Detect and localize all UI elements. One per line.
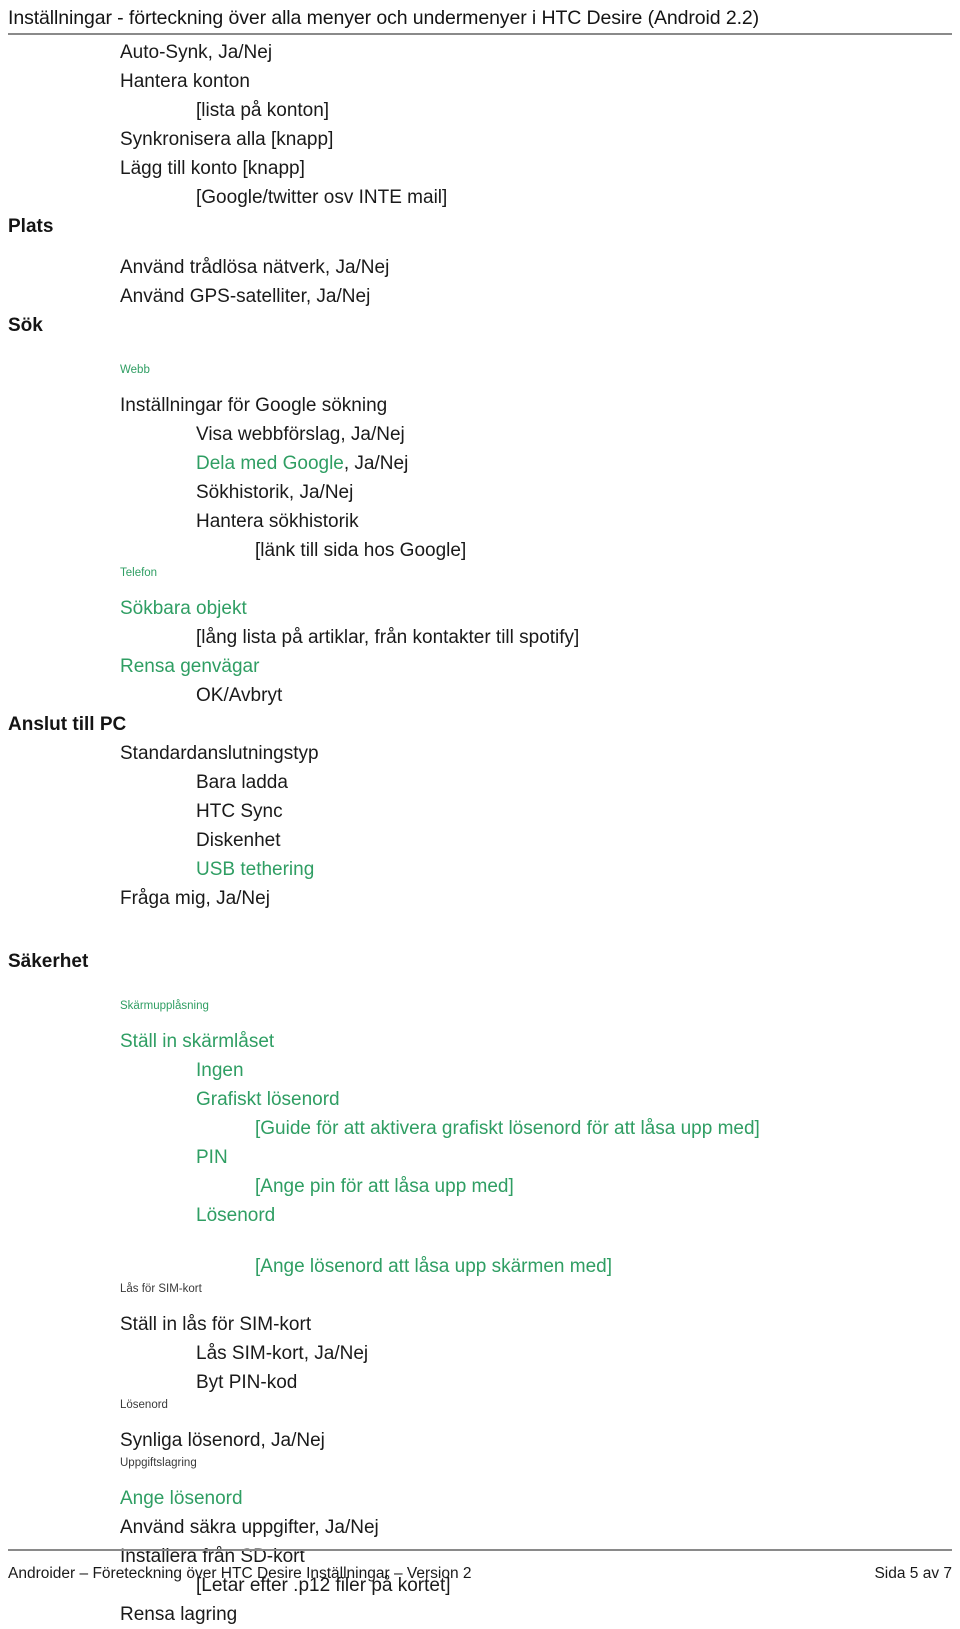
outline-item-lang-lista: [lång lista på artiklar, från kontakter … [196,627,580,648]
outline-item-htc-sync: HTC Sync [196,801,283,822]
outline-item-lagg-till-konto: Lägg till konto [knapp] [120,158,305,179]
outline-item-dela-med-google: Dela med Google, Ja/Nej [0,449,960,478]
footer-divider [8,1549,952,1551]
outline-item-anvand-tradlosa-natverk: Använd trådlösa nätverk, Ja/Nej [120,257,390,278]
document-page: Inställningar - förteckning över alla me… [0,0,960,1625]
footer-page-number: Sida 5 av 7 [874,1565,952,1582]
outline-item-stall-in-skarmlaset: Ställ in skärmlåset [120,1031,275,1052]
section-heading-anslut-till-pc: Anslut till PC [8,714,127,735]
mini-label-telefon: Telefon [120,567,158,579]
section-heading-sakerhet: Säkerhet [8,951,89,972]
outline-item-diskenhet: Diskenhet [196,830,281,851]
outline-item-ingen: Ingen [196,1060,244,1081]
outline-item-las-sim-kort: Lås SIM-kort, Ja/Nej [196,1343,369,1364]
document-footer: Androider – Företeckning över HTC Desire… [8,1565,952,1583]
outline-item-visa-webbforslag: Visa webbförslag, Ja/Nej [196,424,405,445]
outline-item-auto-synk: Auto-Synk, Ja/Nej [120,42,273,63]
outline-item-lista-pa-konton: [lista på konton] [196,100,330,121]
header-divider [8,33,952,35]
outline-item-stall-in-las-sim-kort: Ställ in lås för SIM-kort [120,1314,312,1335]
outline-item-losenord-option: Lösenord [196,1205,276,1226]
mini-label-losenord: Lösenord [120,1399,168,1411]
document-header: Inställningar - förteckning över alla me… [0,0,960,34]
outline-item-bara-ladda: Bara ladda [196,772,288,793]
section-heading-plats: Plats [8,216,54,237]
outline-item-grafiskt-losenord: Grafiskt lösenord [196,1089,340,1110]
outline-item-sokhistorik: Sökhistorik, Ja/Nej [196,482,354,503]
footer-left-text: Androider – Företeckning över HTC Desire… [8,1565,472,1582]
outline-item-anvand-sakra-uppgifter: Använd säkra uppgifter, Ja/Nej [120,1517,379,1538]
outline-item-standardanslutningstyp: Standardanslutningstyp [120,743,319,764]
outline-item-synliga-losenord: Synliga lösenord, Ja/Nej [120,1430,325,1451]
outline-item-ange-losenord-skarm: [Ange lösenord att låsa upp skärmen med] [255,1256,612,1277]
outline-item-byt-pin-kod: Byt PIN-kod [196,1372,298,1393]
outline-item-sokbara-objekt: Sökbara objekt [120,598,247,619]
outline-item-rensa-lagring: Rensa lagring [120,1604,238,1625]
mini-label-uppgiftslagring: Uppgiftslagring [120,1457,197,1469]
outline-item-hantera-sokhistorik: Hantera sökhistorik [196,511,359,532]
outline-item-ange-pin: [Ange pin för att låsa upp med] [255,1176,514,1197]
mini-label-webb: Webb [120,364,150,376]
outline-item-anvand-gps-satelliter: Använd GPS-satelliter, Ja/Nej [120,286,371,307]
outline-item-hantera-konton: Hantera konton [120,71,250,92]
settings-outline: Auto-Synk, Ja/Nej Hantera konton [lista … [0,38,960,1629]
outline-item-ange-losenord: Ange lösenord [120,1488,243,1509]
outline-item-installningar-google-sokning: Inställningar för Google sökning [120,395,388,416]
outline-item-rensa-genvagar: Rensa genvägar [120,656,260,677]
mini-label-las-for-sim-kort: Lås för SIM-kort [120,1283,202,1295]
outline-item-usb-tethering: USB tethering [196,859,315,880]
page-title: Inställningar - förteckning över alla me… [8,7,760,29]
mini-label-skarmupplasning: Skärmupplåsning [120,1000,209,1012]
outline-item-pin: PIN [196,1147,228,1168]
dela-med-google-label: Dela med Google [196,453,344,474]
outline-item-synkronisera-alla: Synkronisera alla [knapp] [120,129,334,150]
section-heading-sok: Sök [8,315,43,336]
outline-item-fraga-mig: Fråga mig, Ja/Nej [120,888,270,909]
outline-item-ok-avbryt: OK/Avbryt [196,685,283,706]
outline-item-google-twitter: [Google/twitter osv INTE mail] [196,187,448,208]
outline-item-lank-till-google: [länk till sida hos Google] [255,540,467,561]
outline-item-guide-grafiskt-losenord: [Guide för att aktivera grafiskt lösenor… [255,1118,760,1139]
dela-med-google-suffix: , Ja/Nej [343,453,409,474]
